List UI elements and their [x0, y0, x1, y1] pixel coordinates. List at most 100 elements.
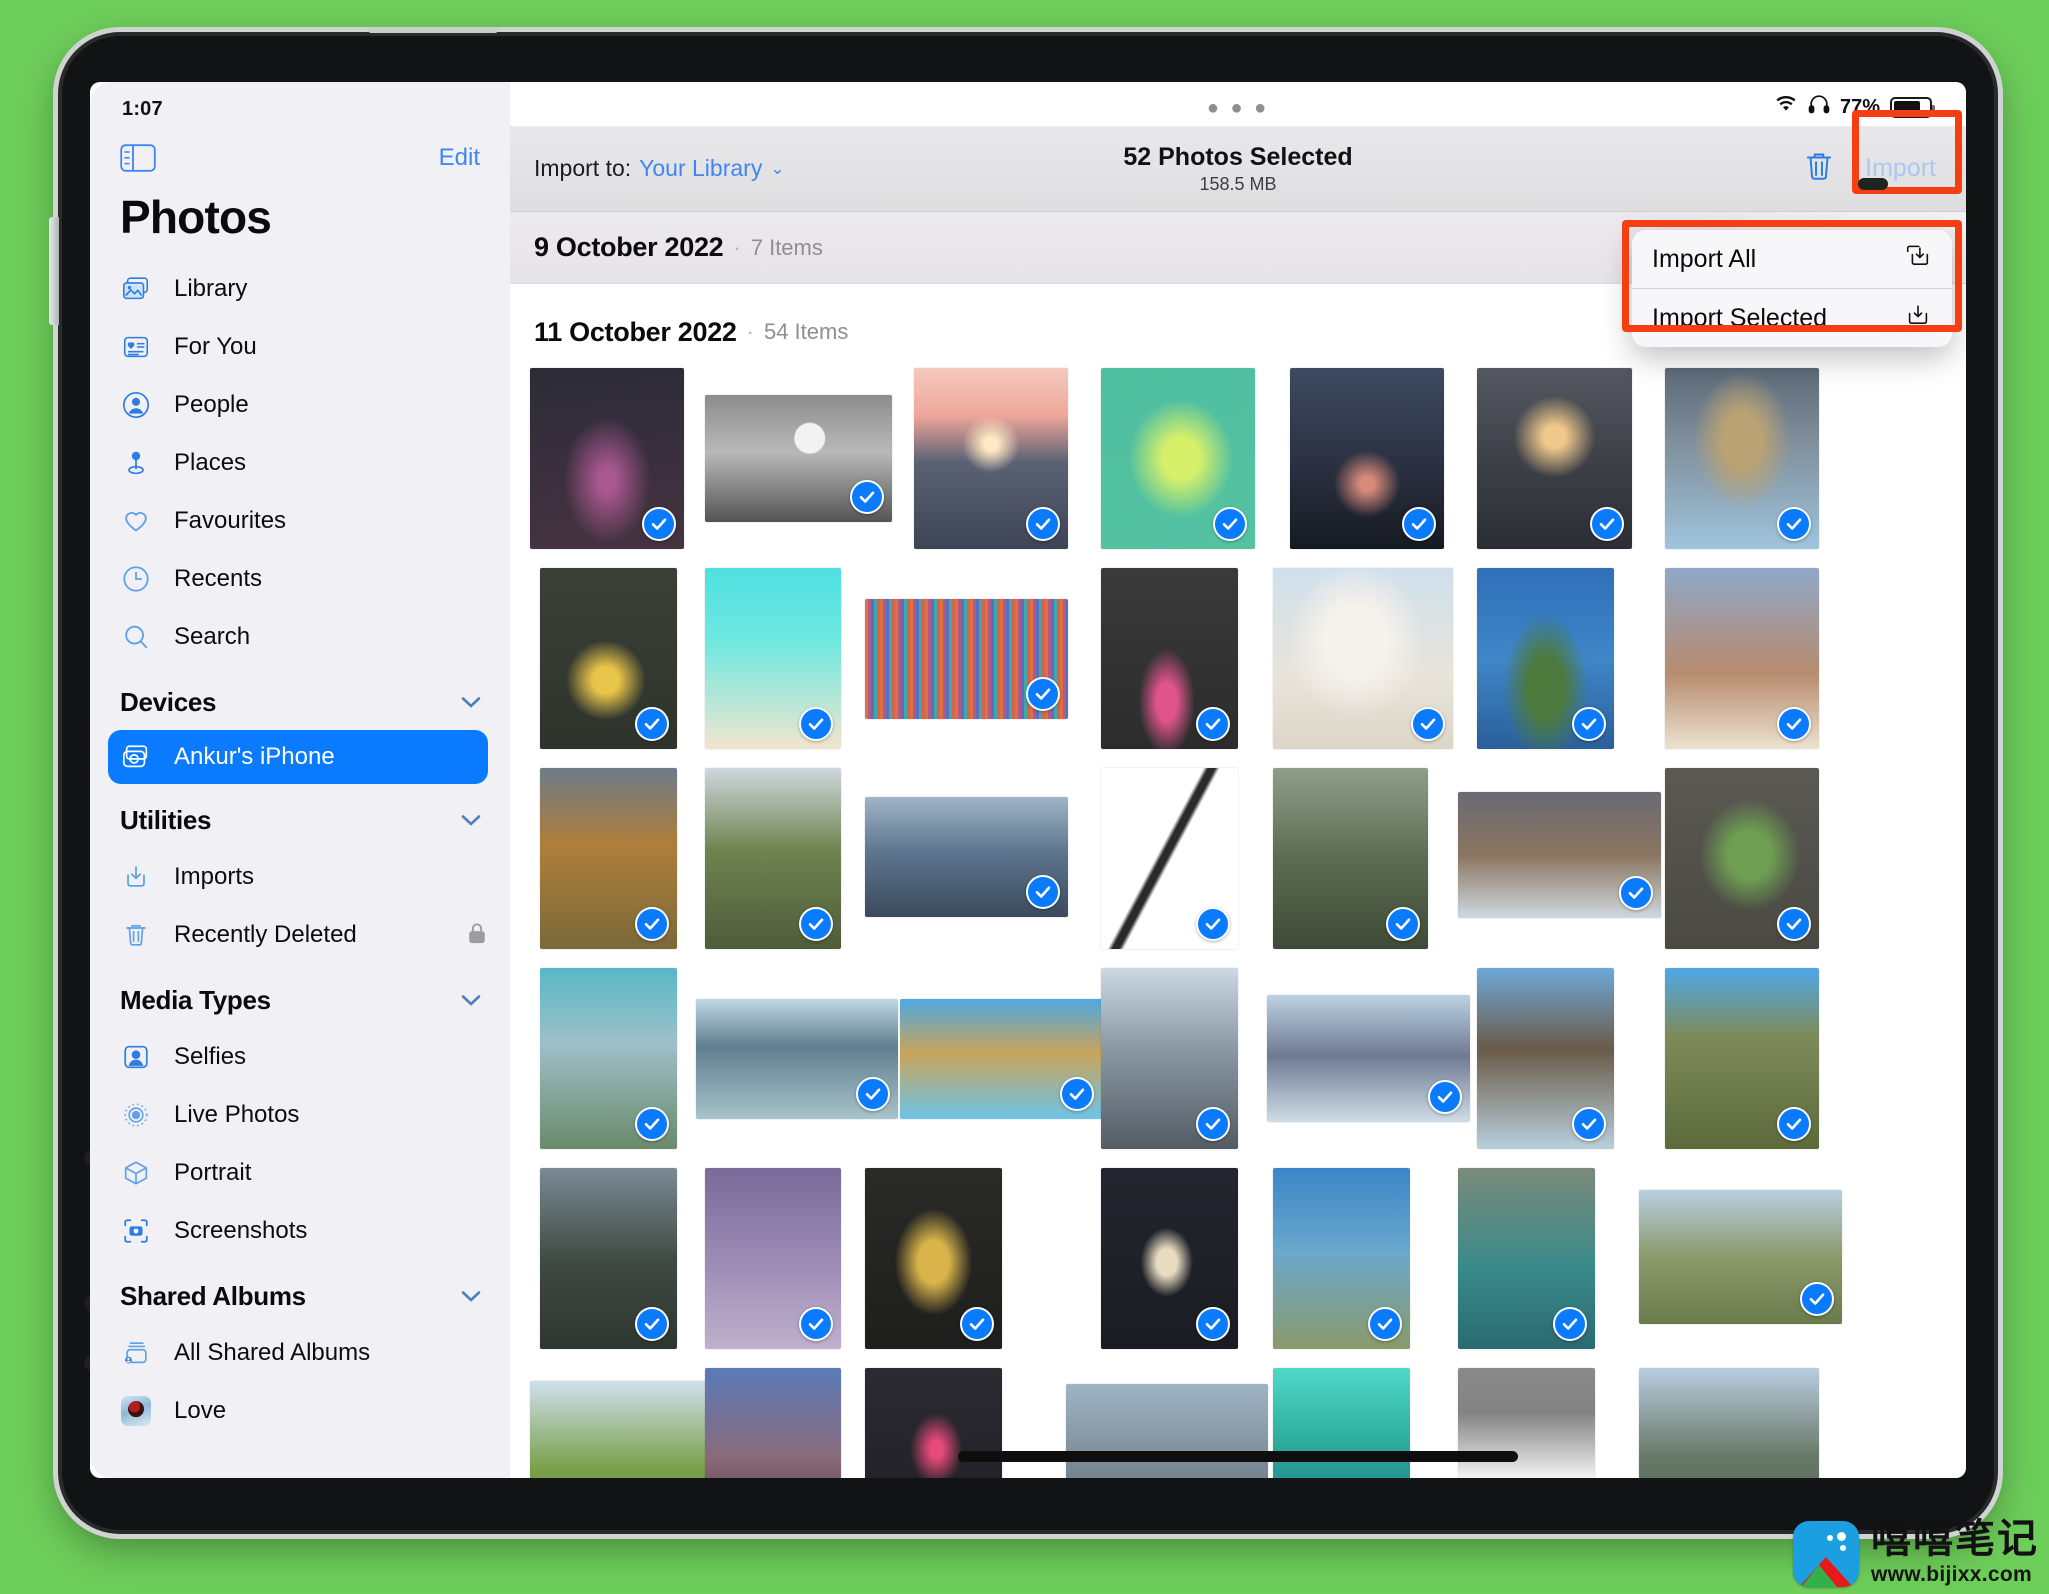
photo-selected-checkmark[interactable]	[634, 1307, 669, 1342]
photo-thumbnail[interactable]	[1664, 368, 1820, 550]
home-indicator-bar[interactable]	[958, 1451, 1518, 1462]
import-to-value[interactable]: Your Library	[639, 155, 762, 182]
photo-thumbnail[interactable]	[1289, 368, 1445, 550]
menu-item-import-all[interactable]: Import All	[1632, 230, 1952, 288]
photo-thumbnail[interactable]	[1101, 1168, 1238, 1350]
photo-thumbnail[interactable]	[540, 1168, 677, 1350]
sidebar-item-recently-deleted[interactable]: Recently Deleted	[90, 906, 510, 964]
sidebar-item-portrait[interactable]: Portrait	[90, 1144, 510, 1202]
photo-thumbnail[interactable]	[1101, 968, 1238, 1150]
photo-selected-checkmark[interactable]	[1777, 907, 1812, 942]
photo-thumbnail[interactable]	[704, 1168, 842, 1350]
photo-selected-checkmark[interactable]	[1571, 1107, 1606, 1142]
photo-thumbnail[interactable]	[1664, 968, 1820, 1150]
photo-thumbnail[interactable]	[540, 568, 677, 750]
photo-selected-checkmark[interactable]	[1367, 1307, 1402, 1342]
photo-selected-checkmark[interactable]	[1060, 1077, 1095, 1112]
photo-selected-checkmark[interactable]	[1571, 707, 1606, 742]
photo-thumbnail[interactable]	[1101, 368, 1256, 550]
photo-selected-checkmark[interactable]	[799, 907, 834, 942]
sidebar-item-imports[interactable]: Imports	[90, 848, 510, 906]
photo-thumbnail[interactable]	[1664, 768, 1820, 950]
photo-selected-checkmark[interactable]	[1799, 1281, 1834, 1316]
photo-thumbnail[interactable]	[1639, 1368, 1820, 1478]
photo-thumbnail[interactable]	[695, 999, 899, 1120]
photo-selected-checkmark[interactable]	[1618, 875, 1653, 910]
photo-selected-checkmark[interactable]	[1427, 1080, 1462, 1115]
section-header-shared-albums[interactable]: Shared Albums	[90, 1268, 510, 1324]
photo-thumbnail[interactable]	[1273, 568, 1454, 750]
photo-thumbnail[interactable]	[704, 1368, 842, 1478]
photo-selected-checkmark[interactable]	[1026, 507, 1061, 542]
chevron-down-icon[interactable]	[460, 1285, 482, 1307]
photo-thumbnail[interactable]	[1065, 1383, 1269, 1478]
photo-selected-checkmark[interactable]	[634, 907, 669, 942]
photo-selected-checkmark[interactable]	[1026, 874, 1061, 909]
trash-button[interactable]	[1802, 148, 1836, 189]
import-dropdown-menu[interactable]: Import All Import Selected	[1632, 230, 1952, 347]
photo-selected-checkmark[interactable]	[1777, 507, 1812, 542]
sidebar-item-ankurs-iphone[interactable]: Ankur's iPhone	[108, 730, 488, 784]
photo-thumbnail[interactable]	[1273, 1168, 1410, 1350]
sidebar-item-places[interactable]: Places	[90, 434, 510, 492]
photo-thumbnail[interactable]	[865, 1168, 1002, 1350]
photo-selected-checkmark[interactable]	[959, 1307, 994, 1342]
photo-thumbnail[interactable]	[540, 968, 677, 1150]
photo-selected-checkmark[interactable]	[1195, 907, 1230, 942]
photo-thumbnail[interactable]	[704, 568, 842, 750]
photo-thumbnail[interactable]	[865, 599, 1069, 720]
drag-handle-dots[interactable]: ● ● ●	[1207, 98, 1269, 118]
chevron-down-icon[interactable]	[460, 809, 482, 831]
photo-thumbnail[interactable]	[899, 999, 1103, 1120]
photo-selected-checkmark[interactable]	[634, 707, 669, 742]
photo-selected-checkmark[interactable]	[642, 507, 677, 542]
section-header-media-types[interactable]: Media Types	[90, 972, 510, 1028]
menu-item-import-selected[interactable]: Import Selected	[1632, 289, 1952, 347]
photo-selected-checkmark[interactable]	[634, 1107, 669, 1142]
section-header-devices[interactable]: Devices	[90, 674, 510, 730]
photo-selected-checkmark[interactable]	[856, 1077, 891, 1112]
photo-thumbnail[interactable]	[1101, 568, 1238, 750]
photo-selected-checkmark[interactable]	[1385, 907, 1420, 942]
chevron-down-icon[interactable]	[460, 989, 482, 1011]
sidebar-item-search[interactable]: Search	[90, 608, 510, 666]
sidebar-item-favourites[interactable]: Favourites	[90, 492, 510, 550]
photo-selected-checkmark[interactable]	[799, 1307, 834, 1342]
photo-thumbnail[interactable]	[1273, 768, 1428, 950]
photo-thumbnail[interactable]	[1477, 568, 1614, 750]
photo-thumbnail[interactable]	[1664, 568, 1820, 750]
chevron-down-icon[interactable]: ⌄	[770, 159, 784, 179]
photo-selected-checkmark[interactable]	[1402, 507, 1437, 542]
photo-thumbnail[interactable]	[704, 768, 842, 950]
sidebar-item-all-shared-albums[interactable]: All Shared Albums	[90, 1324, 510, 1382]
photo-selected-checkmark[interactable]	[1195, 707, 1230, 742]
sidebar-item-people[interactable]: People	[90, 376, 510, 434]
photo-thumbnail[interactable]	[530, 368, 685, 550]
photo-thumbnail[interactable]	[1101, 768, 1238, 950]
photo-selected-checkmark[interactable]	[1777, 1107, 1812, 1142]
photo-thumbnail[interactable]	[865, 796, 1069, 917]
photo-thumbnail[interactable]	[1477, 368, 1632, 550]
photo-thumbnail[interactable]	[540, 768, 677, 950]
import-to-control[interactable]: Import to: Your Library ⌄	[534, 155, 785, 182]
photo-thumbnail[interactable]	[530, 1381, 710, 1478]
photo-selected-checkmark[interactable]	[1195, 1107, 1230, 1142]
photo-selected-checkmark[interactable]	[1026, 677, 1061, 712]
photo-thumbnail[interactable]	[913, 368, 1069, 550]
volume-button[interactable]	[49, 217, 59, 325]
chevron-down-icon[interactable]	[460, 691, 482, 713]
photo-selected-checkmark[interactable]	[1195, 1307, 1230, 1342]
photo-thumbnail[interactable]	[1458, 1168, 1595, 1350]
photo-thumbnail[interactable]	[704, 394, 893, 523]
sidebar-item-screenshots[interactable]: Screenshots	[90, 1202, 510, 1260]
edit-button[interactable]: Edit	[439, 144, 480, 172]
photo-selected-checkmark[interactable]	[1213, 507, 1248, 542]
sidebar-item-for-you[interactable]: For You	[90, 318, 510, 376]
photo-thumbnail[interactable]	[1639, 1190, 1842, 1324]
photo-selected-checkmark[interactable]	[1411, 707, 1446, 742]
photo-selected-checkmark[interactable]	[1777, 707, 1812, 742]
sidebar-item-selfies[interactable]: Selfies	[90, 1028, 510, 1086]
photo-selected-checkmark[interactable]	[1552, 1307, 1587, 1342]
sidebar-item-live-photos[interactable]: Live Photos	[90, 1086, 510, 1144]
photo-thumbnail[interactable]	[1266, 994, 1470, 1123]
